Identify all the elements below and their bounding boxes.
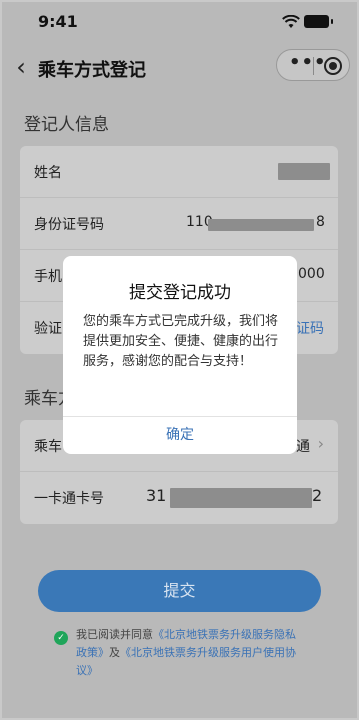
- battery-icon: [304, 15, 333, 28]
- submit-button[interactable]: 提交: [38, 570, 321, 612]
- phone-suffix: 000: [298, 266, 325, 282]
- success-dialog: 提交登记成功 您的乘车方式已完成升级，我们将提供更加安全、便捷、健康的出行服务，…: [63, 256, 297, 454]
- id-number-suffix: 8: [316, 214, 325, 230]
- more-dots-icon[interactable]: •••: [289, 52, 327, 73]
- wifi-icon: [282, 15, 300, 28]
- nav-bar: ‹ 乘车方式登记 •••: [0, 44, 359, 92]
- dialog-message: 您的乘车方式已完成升级，我们将提供更加安全、便捷、健康的出行服务，感谢您的配合与…: [83, 314, 279, 369]
- card-number-row: 一卡通卡号 31 2: [20, 472, 338, 524]
- id-number-row: 身份证号码 110 8: [20, 198, 338, 250]
- card-number-prefix: 31: [146, 486, 167, 505]
- name-label: 姓名: [34, 165, 62, 181]
- id-number-label: 身份证号码: [34, 217, 104, 233]
- agreement-text: 我已阅读并同意《北京地铁票务升级服务隐私政策》及《北京地铁票务升级服务用户使用协…: [56, 626, 306, 680]
- agreement-and: 及: [109, 646, 120, 659]
- id-number-redacted: [208, 219, 314, 231]
- get-code-link[interactable]: 证码: [296, 318, 324, 338]
- status-time: 9:41: [38, 12, 78, 31]
- miniprogram-capsule: •••: [276, 49, 350, 81]
- ride-method-label: 乘车: [34, 439, 62, 455]
- dialog-title: 提交登记成功: [129, 283, 231, 303]
- name-row: 姓名: [20, 146, 338, 198]
- chevron-right-icon: ›: [317, 434, 324, 453]
- confirm-button[interactable]: 确定: [63, 417, 297, 454]
- name-value-redacted: [278, 163, 330, 180]
- page-title: 乘车方式登记: [38, 60, 146, 81]
- card-number-label: 一卡通卡号: [34, 491, 104, 507]
- phone-label: 手机: [34, 269, 62, 285]
- verify-label: 验证: [34, 321, 62, 337]
- capsule-divider: [313, 57, 314, 75]
- registrant-section-title: 登记人信息: [24, 115, 109, 135]
- ride-method-value: 通: [296, 439, 310, 455]
- status-bar: 9:41: [0, 0, 359, 44]
- card-number-suffix: 2: [312, 486, 323, 505]
- agreement-prefix: 我已阅读并同意: [76, 628, 153, 641]
- chevron-left-icon[interactable]: ‹: [10, 52, 32, 82]
- target-circle-icon[interactable]: [324, 57, 342, 75]
- card-number-redacted: [170, 488, 312, 508]
